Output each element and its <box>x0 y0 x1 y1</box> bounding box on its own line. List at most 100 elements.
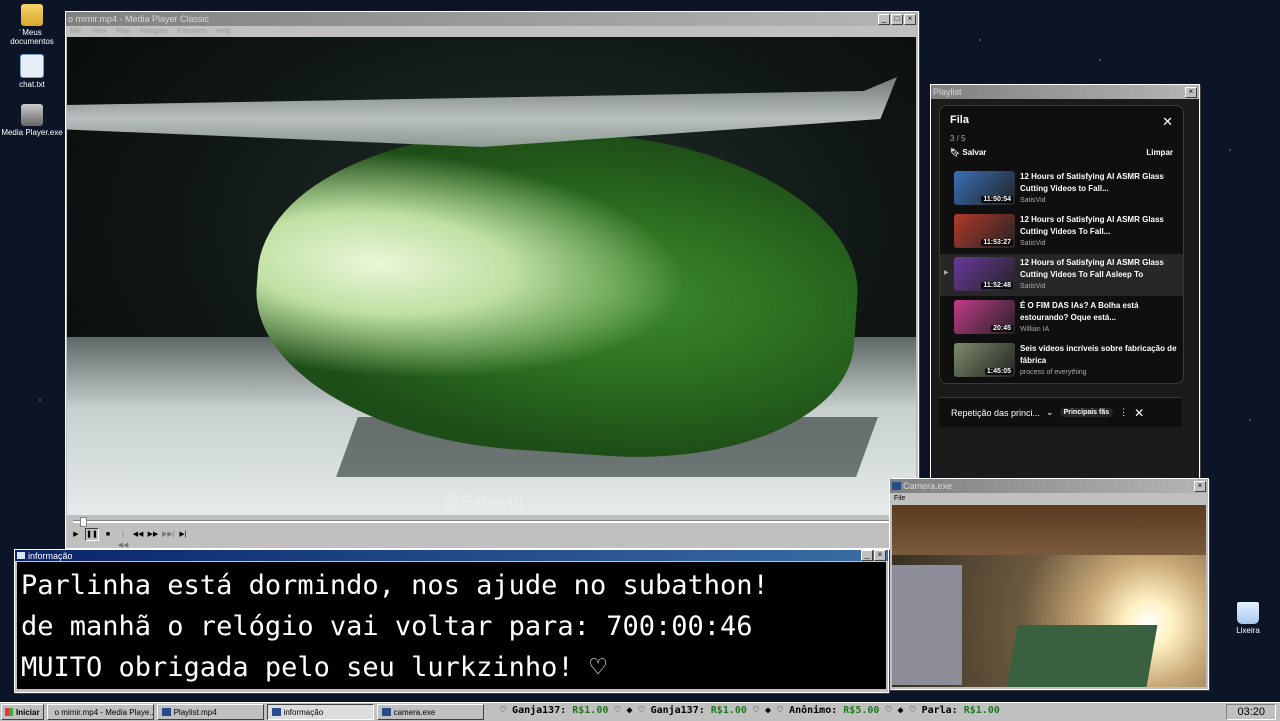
video-thumbnail[interactable]: 1:45:05 <box>954 343 1015 377</box>
camera-wall <box>892 505 1206 555</box>
video-thumbnail[interactable]: 11:50:54 <box>954 171 1015 205</box>
channel-name: SatisVid <box>1020 283 1046 290</box>
seek-thumb[interactable] <box>80 517 88 527</box>
camera-floor <box>1006 625 1158 687</box>
video-area[interactable]: @Satisvid <box>67 37 916 515</box>
task-media-player[interactable]: o mimir.mp4 - Media Playe... <box>46 704 154 720</box>
info-titlebar[interactable]: informação _ × <box>15 550 888 561</box>
video-duration: 11:53:27 <box>981 239 1013 246</box>
close-icon[interactable]: ✕ <box>1162 114 1173 130</box>
pause-icon[interactable]: ❚❚ <box>85 527 99 541</box>
window-icon <box>381 708 391 716</box>
menu-play[interactable]: Play <box>116 28 130 35</box>
taskbar: Iniciar o mimir.mp4 - Media Playe... Pla… <box>0 702 1280 721</box>
start-button[interactable]: Iniciar <box>1 704 44 720</box>
camera-feed <box>892 505 1206 687</box>
channel-name: process of everything <box>1020 369 1087 376</box>
channel-name: SatisVid <box>1020 197 1046 204</box>
queue-item[interactable]: ▶ 11:52:48 12 Hours of Satisfying AI ASMR … <box>940 254 1183 296</box>
close-button[interactable]: × <box>1185 86 1197 98</box>
close-button[interactable]: × <box>904 13 916 25</box>
my-documents-shortcut[interactable]: Meus documentos <box>0 4 64 46</box>
playlist-titlebar[interactable]: Playlist × <box>931 85 1199 99</box>
video-duration: 11:52:48 <box>981 282 1013 289</box>
system-clock[interactable]: 03:20 <box>1226 704 1276 720</box>
save-button[interactable]: 🔖︎ Salvar <box>950 148 986 157</box>
info-app-icon <box>17 552 25 559</box>
window-title: Camera.exe <box>903 481 953 491</box>
menu-favorites[interactable]: Favorites <box>178 28 207 35</box>
media-player-icon <box>21 104 43 126</box>
donation-ticker: ♡ Ganja137: R$1.00 ♡ ◆ ♡ Ganja137: R$1.0… <box>500 705 1200 716</box>
forward-icon[interactable]: ▶▶ <box>147 529 159 540</box>
video-knife <box>67 77 897 147</box>
clear-button[interactable]: Limpar <box>1146 148 1173 157</box>
donor-name: Parla: <box>921 705 958 716</box>
heart-icon: ♡ <box>777 705 790 716</box>
info-text: Parlinha está dormindo, nos ajude no sub… <box>17 562 886 689</box>
minimize-button[interactable]: _ <box>861 550 873 561</box>
queue-item[interactable]: 20:45 É O FIM DAS IAs? A Bolha está estou… <box>940 297 1183 339</box>
chevron-down-icon[interactable]: ⌄ <box>1046 407 1054 418</box>
heart-icon: ♡ <box>752 705 765 716</box>
queue-item[interactable]: 1:45:05 Seis vídeos incríveis sobre fabri… <box>940 340 1183 382</box>
donor-name: Ganja137: <box>650 705 705 716</box>
play-icon[interactable]: ▶ <box>70 529 82 540</box>
desktop-icon-label: chat.txt <box>19 80 45 89</box>
queue-panel: Fila ✕ 3 / 5 🔖︎ Salvar Limpar 11:50:54 12… <box>939 105 1184 384</box>
next-icon[interactable]: ▶▶| <box>162 529 175 540</box>
video-title[interactable]: 12 Hours of Satisfying AI ASMR Glass Cut… <box>1020 171 1178 195</box>
desktop: Meus documentos chat.txt Media Player.ex… <box>0 0 1280 702</box>
camera-titlebar[interactable]: Camera.exe × <box>890 479 1208 493</box>
seek-bar[interactable] <box>67 517 916 527</box>
video-title[interactable]: Seis vídeos incríveis sobre fabricação d… <box>1020 343 1178 367</box>
task-info[interactable]: informação <box>266 704 374 720</box>
media-player-shortcut[interactable]: Media Player.exe <box>0 104 64 137</box>
video-thumbnail[interactable]: 20:45 <box>954 300 1015 334</box>
video-title[interactable]: 12 Hours of Satisfying AI ASMR Glass Cut… <box>1020 214 1178 238</box>
previous-icon[interactable]: |◀◀ <box>117 529 129 549</box>
heart-icon: ♡ <box>638 705 651 716</box>
info-window: informação _ × Parlinha está dormindo, n… <box>14 549 889 693</box>
windows-logo-icon <box>5 708 13 716</box>
menu-file[interactable]: File <box>894 495 905 502</box>
queue-item[interactable]: 11:50:54 12 Hours of Satisfying AI ASMR G… <box>940 168 1183 210</box>
chat-txt-shortcut[interactable]: chat.txt <box>0 54 64 89</box>
video-thumbnail[interactable]: 11:53:27 <box>954 214 1015 248</box>
donation-amount: R$1.00 <box>963 705 1000 716</box>
maximize-button[interactable]: □ <box>891 13 903 25</box>
video-title[interactable]: É O FIM DAS IAs? A Bolha está estourando… <box>1020 300 1178 324</box>
now-playing-icon: ▶ <box>944 270 949 276</box>
more-icon[interactable]: ⋮ <box>1119 407 1128 418</box>
close-button[interactable]: × <box>1194 480 1206 492</box>
loop-label[interactable]: Repetição das princi... <box>951 408 1040 418</box>
camera-app-icon <box>892 482 901 490</box>
close-icon[interactable]: ✕ <box>1134 406 1144 420</box>
menu-navigate[interactable]: Navigate <box>140 28 168 35</box>
recycle-bin-shortcut[interactable]: Lixeira <box>1216 602 1280 635</box>
channel-name: SatisVid <box>1020 240 1046 247</box>
frame-step-icon[interactable]: ▶| <box>177 529 189 540</box>
menu-file[interactable]: File <box>70 28 81 35</box>
donation-amount: R$5.00 <box>843 705 880 716</box>
video-title[interactable]: 12 Hours of Satisfying AI ASMR Glass Cut… <box>1020 257 1178 281</box>
menu-bar: File <box>890 493 1208 504</box>
text-file-icon <box>20 54 44 78</box>
media-player-titlebar[interactable]: o mimir.mp4 - Media Player Classic _ □ × <box>66 12 918 26</box>
donor-name: Ganja137: <box>512 705 567 716</box>
stop-icon[interactable]: ■ <box>102 529 114 540</box>
rewind-icon[interactable]: ◀◀ <box>132 529 144 540</box>
bookmark-icon: 🔖︎ <box>950 148 963 157</box>
menu-help[interactable]: Help <box>216 28 230 35</box>
media-player-window: o mimir.mp4 - Media Player Classic _ □ ×… <box>65 11 919 549</box>
task-playlist[interactable]: Playlist.mp4 <box>156 704 264 720</box>
top-fans-badge[interactable]: Principais fãs <box>1059 408 1114 417</box>
task-camera[interactable]: camera.exe <box>376 704 484 720</box>
video-thumbnail[interactable]: 11:52:48 <box>954 257 1015 291</box>
heart-icon: ♡ <box>909 705 922 716</box>
menu-view[interactable]: View <box>91 28 106 35</box>
queue-item[interactable]: 11:53:27 12 Hours of Satisfying AI ASMR G… <box>940 211 1183 253</box>
close-button[interactable]: × <box>874 550 886 561</box>
minimize-button[interactable]: _ <box>878 13 890 25</box>
camera-window: Camera.exe × File <box>889 478 1209 690</box>
